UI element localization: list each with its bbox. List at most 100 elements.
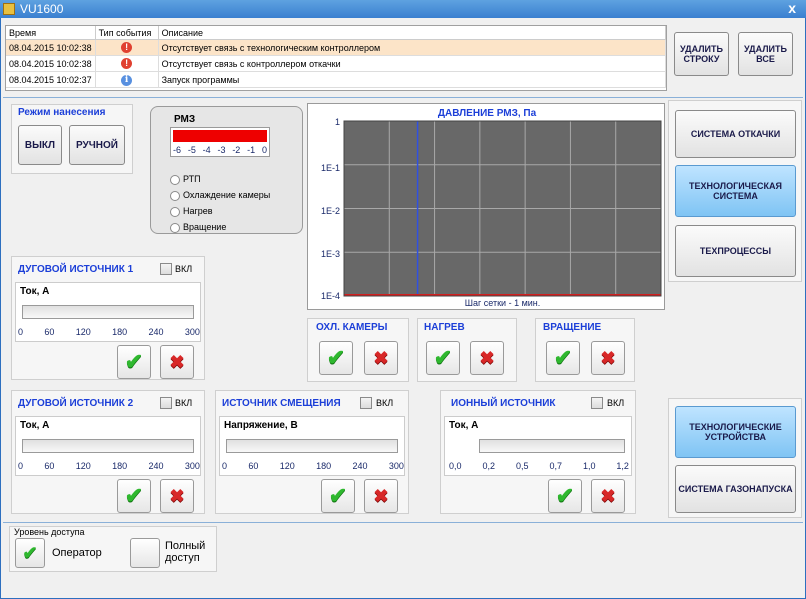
nav-tech-devices-button[interactable]: ТЕХНОЛОГИЧЕСКИЕ УСТРОЙСТВА [675, 406, 796, 458]
scale-label: 120 [75, 327, 91, 337]
check-icon: ✔ [326, 345, 346, 370]
title-bar: VU1600 x [0, 0, 806, 18]
cooling-cancel-button[interactable]: ✖ [364, 341, 398, 375]
arc-source-2-apply-button[interactable]: ✔ [117, 479, 151, 513]
y-tick-label: 1 [334, 117, 340, 127]
event-time: 08.04.2015 10:02:37 [6, 71, 96, 88]
access-full-button[interactable] [130, 538, 160, 568]
check-icon: ✔ [328, 483, 348, 508]
table-row[interactable]: 08.04.2015 10:02:38 ! Отсутствует связь … [6, 39, 667, 56]
cooling-apply-button[interactable]: ✔ [319, 341, 353, 375]
rmz-option-heating[interactable]: Нагрев [170, 203, 270, 219]
divider [3, 522, 803, 523]
rmz-scale-label: -4 [202, 145, 211, 155]
y-tick-label: 1E-3 [320, 249, 340, 259]
bias-source-apply-button[interactable]: ✔ [321, 479, 355, 513]
bias-source-measure: Напряжение, В [224, 420, 298, 431]
cooling-panel: ОХЛ. КАМЕРЫ ✔ ✖ [307, 318, 409, 382]
rmz-scale-label: -2 [232, 145, 241, 155]
ion-source-gauge-box: Ток, А 0,0 0,2 0,5 0,7 1,0 1,2 [444, 416, 632, 476]
event-log-table: Время Тип события Описание 08.04.2015 10… [6, 26, 667, 88]
bias-source-enable-checkbox[interactable] [360, 397, 372, 409]
rotation-apply-button[interactable]: ✔ [546, 341, 580, 375]
radio-icon [170, 206, 180, 217]
scale-label: 0,7 [549, 461, 562, 471]
event-log[interactable]: Время Тип события Описание 08.04.2015 10… [5, 25, 667, 91]
column-header-type[interactable]: Тип события [95, 26, 159, 40]
scale-label: 300 [388, 461, 404, 471]
ion-source-panel: ИОННЫЙ ИСТОЧНИК ВКЛ Ток, А 0,0 0,2 0,5 0… [440, 390, 636, 514]
arc-source-1-apply-button[interactable]: ✔ [117, 345, 151, 379]
check-icon: ✔ [433, 345, 453, 370]
access-operator-button[interactable]: ✔ [15, 538, 45, 568]
bias-source-gauge [226, 439, 398, 453]
error-icon: ! [121, 58, 133, 69]
pressure-chart: ДАВЛЕНИЕ РМЗ, Па 1 1E-1 1E-2 1E-3 1E-4 Ш… [307, 103, 665, 310]
scale-label: 300 [184, 461, 200, 471]
arc-source-2-enable-checkbox[interactable] [160, 397, 172, 409]
scale-label: 60 [248, 461, 259, 471]
cross-icon: ✖ [373, 347, 389, 368]
bias-source-enable-label: ВКЛ [376, 398, 394, 408]
ion-source-cancel-button[interactable]: ✖ [591, 479, 625, 513]
check-icon: ✔ [124, 483, 144, 508]
rmz-option-label: Нагрев [183, 206, 213, 216]
rmz-scale-label: -3 [217, 145, 226, 155]
nav-tech-system-button[interactable]: ТЕХНОЛОГИЧЕСКАЯ СИСТЕМА [675, 165, 796, 217]
nav-pump-system-button[interactable]: СИСТЕМА ОТКАЧКИ [675, 110, 796, 158]
close-icon[interactable]: x [788, 0, 796, 16]
rmz-option-cooling[interactable]: Охлаждение камеры [170, 187, 270, 203]
table-row[interactable]: 08.04.2015 10:02:38 ! Отсутствует связь … [6, 55, 667, 72]
arc-source-2-gauge-box: Ток, А 0 60 120 180 240 300 [15, 416, 201, 476]
heating-cancel-button[interactable]: ✖ [470, 341, 504, 375]
mode-title: Режим нанесения [18, 107, 106, 118]
scale-label: 0 [18, 327, 24, 337]
delete-all-button[interactable]: УДАЛИТЬ ВСЕ [738, 32, 793, 76]
radio-icon [170, 222, 180, 233]
ion-source-measure: Ток, А [449, 420, 479, 431]
bias-source-cancel-button[interactable]: ✖ [364, 479, 398, 513]
heating-panel: НАГРЕВ ✔ ✖ [417, 318, 517, 382]
ion-source-enable-label: ВКЛ [607, 398, 625, 408]
event-description: Отсутствует связь с контроллером откачки [158, 55, 667, 72]
delete-row-button[interactable]: УДАЛИТЬ СТРОКУ [674, 32, 729, 76]
ion-source-apply-button[interactable]: ✔ [548, 479, 582, 513]
rmz-option-rtp[interactable]: РТП [170, 171, 270, 187]
mode-off-button[interactable]: ВЫКЛ [18, 125, 62, 165]
scale-label: 240 [148, 327, 164, 337]
rmz-option-rotation[interactable]: Вращение [170, 219, 270, 235]
mode-manual-button[interactable]: РУЧНОЙ [69, 125, 125, 165]
column-header-time[interactable]: Время [6, 26, 96, 40]
rotation-title: ВРАЩЕНИЕ [543, 322, 602, 333]
rmz-panel: РМЗ -6 -5 -4 -3 -2 -1 0 РТП Охлаждение к… [150, 106, 303, 234]
arc-source-2-cancel-button[interactable]: ✖ [160, 479, 194, 513]
chart-grid-note: Шаг сетки - 1 мин. [464, 298, 541, 308]
rmz-title: РМЗ [174, 114, 196, 125]
scale-label: 0 [18, 461, 24, 471]
scale-label: 0,2 [482, 461, 495, 471]
arc-source-2-measure: Ток, А [20, 420, 50, 431]
scale-label: 1,2 [616, 461, 629, 471]
y-tick-label: 1E-2 [320, 206, 340, 216]
rotation-cancel-button[interactable]: ✖ [591, 341, 625, 375]
scale-label: 300 [184, 327, 200, 337]
column-header-description[interactable]: Описание [158, 26, 667, 40]
scale-label: 180 [112, 327, 128, 337]
arc-source-2-panel: ДУГОВОЙ ИСТОЧНИК 2 ВКЛ Ток, А 0 60 120 1… [11, 390, 205, 514]
cross-icon: ✖ [169, 351, 185, 372]
arc-source-1-enable-checkbox[interactable] [160, 263, 172, 275]
cross-icon: ✖ [169, 485, 185, 506]
ion-source-enable-checkbox[interactable] [591, 397, 603, 409]
heating-apply-button[interactable]: ✔ [426, 341, 460, 375]
arc-source-1-cancel-button[interactable]: ✖ [160, 345, 194, 379]
arc-source-1-gauge-box: Ток, А 0 60 120 180 240 300 [15, 282, 201, 342]
ion-source-title: ИОННЫЙ ИСТОЧНИК [451, 398, 556, 409]
check-icon: ✔ [124, 349, 144, 374]
scale-label: 120 [75, 461, 91, 471]
check-icon: ✔ [22, 542, 38, 563]
radio-icon [170, 190, 180, 201]
nav-processes-button[interactable]: ТЕХПРОЦЕССЫ [675, 225, 796, 277]
nav-gas-system-button[interactable]: СИСТЕМА ГАЗОНАПУСКА [675, 465, 796, 513]
rmz-option-label: Охлаждение камеры [183, 190, 271, 200]
table-row[interactable]: 08.04.2015 10:02:37 i Запуск программы [6, 71, 667, 88]
